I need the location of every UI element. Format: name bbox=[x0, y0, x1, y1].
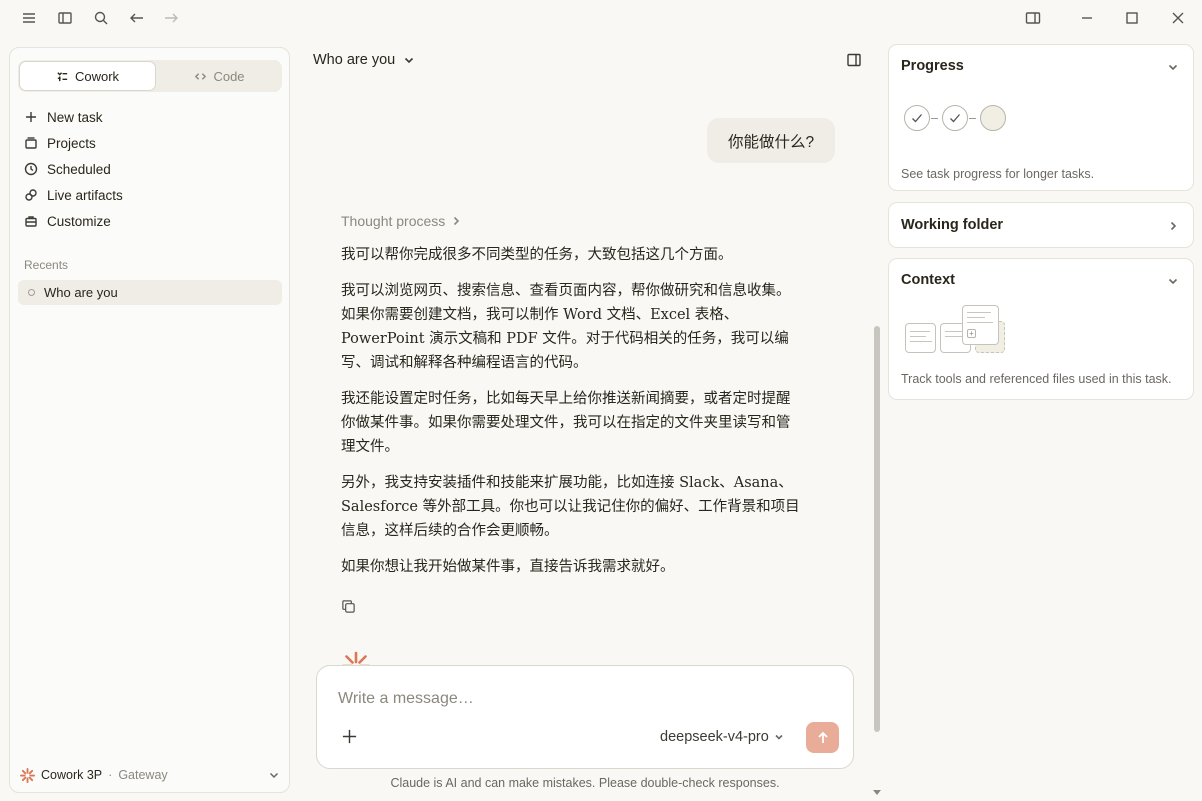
reply-paragraph: 另外，我支持安装插件和技能来扩展功能，比如连接 Slack、Asana、Sale… bbox=[341, 475, 800, 539]
chat-scrollbar[interactable] bbox=[870, 44, 882, 799]
progress-step-done bbox=[942, 105, 968, 131]
mode-cowork-button[interactable]: Cowork bbox=[19, 61, 156, 91]
chevron-down-icon[interactable] bbox=[1167, 274, 1179, 286]
context-caption: Track tools and referenced files used in… bbox=[901, 372, 1172, 386]
disclaimer: Claude is AI and can make mistakes. Plea… bbox=[390, 776, 780, 790]
panel-toggle-icon[interactable] bbox=[846, 52, 862, 68]
forward-arrow-icon[interactable] bbox=[161, 8, 181, 28]
chevron-down-icon[interactable] bbox=[1167, 60, 1179, 72]
sidebar-item-projects[interactable]: Projects bbox=[24, 132, 96, 154]
chevron-down-icon bbox=[269, 772, 279, 779]
reply-paragraph: 如果你想让我开始做某件事，直接告诉我需求就好。 bbox=[341, 559, 675, 575]
gateway-label: Gateway bbox=[118, 768, 168, 782]
thought-process-label: Thought process bbox=[341, 213, 446, 229]
sidebar-item-label: Live artifacts bbox=[47, 187, 123, 203]
progress-step-pending bbox=[980, 105, 1006, 131]
chevron-down-icon bbox=[405, 57, 414, 64]
product-name: Cowork 3P bbox=[41, 768, 103, 782]
chat-title-dropdown[interactable]: Who are you bbox=[313, 50, 415, 70]
sidebar-item-scheduled[interactable]: Scheduled bbox=[24, 158, 111, 180]
sidebar-item-label: Projects bbox=[47, 135, 96, 151]
context-title: Context bbox=[901, 272, 955, 288]
check-icon bbox=[950, 114, 960, 123]
mode-switch: Cowork Code bbox=[18, 60, 282, 92]
account-switcher[interactable]: Cowork 3P · Gateway bbox=[20, 765, 280, 785]
footer-separator: · bbox=[108, 768, 113, 782]
working-folder-title: Working folder bbox=[901, 217, 1004, 233]
claude-logo-icon bbox=[20, 767, 35, 783]
title-bar bbox=[0, 0, 1202, 36]
send-button[interactable] bbox=[806, 722, 839, 753]
status-dot-icon bbox=[28, 289, 35, 296]
recent-item-label: Who are you bbox=[44, 285, 118, 300]
recents-heading: Recents bbox=[24, 258, 69, 272]
chevron-right-icon bbox=[1167, 219, 1179, 231]
model-selector[interactable]: deepseek-v4-pro bbox=[660, 728, 784, 746]
maximize-icon[interactable] bbox=[1122, 8, 1142, 28]
scrollbar-thumb[interactable] bbox=[874, 326, 880, 732]
close-icon[interactable] bbox=[1168, 8, 1188, 28]
arrow-up-icon bbox=[817, 731, 828, 743]
reply-paragraph: 我可以帮你完成很多不同类型的任务，大致包括这几个方面。 bbox=[341, 247, 733, 263]
search-icon[interactable] bbox=[91, 8, 111, 28]
sidebar-toggle-icon[interactable] bbox=[55, 8, 75, 28]
progress-caption: See task progress for longer tasks. bbox=[901, 167, 1095, 181]
mode-code-button[interactable]: Code bbox=[158, 61, 281, 91]
message-input[interactable] bbox=[338, 688, 818, 710]
progress-connector bbox=[969, 118, 976, 119]
model-name: deepseek-v4-pro bbox=[660, 729, 769, 745]
progress-connector bbox=[931, 118, 938, 119]
projects-icon bbox=[25, 137, 37, 149]
context-card: Context + Track tools and referenced fil… bbox=[888, 258, 1194, 400]
code-icon bbox=[195, 72, 207, 80]
menu-icon[interactable] bbox=[19, 8, 39, 28]
sidebar-item-label: Scheduled bbox=[47, 161, 111, 177]
mode-label: Cowork bbox=[74, 68, 120, 84]
reply-paragraph: 我还能设置定时任务，比如每天早上给你推送新闻摘要，或者定时提醒你做某件事。如果你… bbox=[341, 391, 791, 455]
user-message: 你能做什么? bbox=[707, 118, 835, 163]
sidebar-item-live-artifacts[interactable]: Live artifacts bbox=[24, 184, 123, 206]
thought-process-toggle[interactable]: Thought process bbox=[341, 213, 461, 229]
reply-paragraph: 我可以浏览网页、搜索信息、查看页面内容，帮你做研究和信息收集。如果你需要创建文档… bbox=[341, 283, 791, 371]
progress-step-done bbox=[904, 105, 930, 131]
sidebar-item-label: New task bbox=[47, 109, 103, 125]
artifacts-icon bbox=[25, 189, 37, 201]
copy-icon[interactable] bbox=[341, 599, 357, 615]
progress-title: Progress bbox=[901, 58, 964, 74]
plus-icon bbox=[26, 112, 36, 122]
working-folder-card[interactable]: Working folder bbox=[888, 202, 1194, 248]
recent-item-who-are-you[interactable]: Who are you bbox=[18, 280, 282, 305]
minimize-icon[interactable] bbox=[1077, 8, 1097, 28]
mode-label: Code bbox=[213, 68, 245, 84]
add-attachment-button[interactable] bbox=[341, 728, 359, 746]
sidebar: Cowork Code New task Projects Scheduled … bbox=[9, 47, 290, 793]
user-message-text: 你能做什么? bbox=[727, 133, 815, 151]
progress-card: Progress See task progress for longer ta… bbox=[888, 44, 1194, 191]
briefcase-icon bbox=[25, 216, 37, 227]
sidebar-item-label: Customize bbox=[47, 213, 111, 229]
chevron-down-icon bbox=[775, 734, 783, 740]
chat-title: Who are you bbox=[313, 52, 396, 68]
scroll-down-arrow-icon[interactable] bbox=[873, 790, 881, 795]
plus-icon bbox=[342, 729, 357, 744]
back-arrow-icon[interactable] bbox=[127, 8, 147, 28]
clock-icon bbox=[24, 162, 38, 176]
sidebar-item-customize[interactable]: Customize bbox=[24, 210, 111, 232]
check-icon bbox=[912, 114, 922, 123]
split-view-icon[interactable] bbox=[1023, 8, 1043, 28]
message-composer: deepseek-v4-pro bbox=[316, 665, 854, 769]
sidebar-item-new-task[interactable]: New task bbox=[24, 106, 103, 128]
cowork-icon bbox=[57, 71, 68, 81]
chevron-right-icon bbox=[454, 216, 460, 226]
